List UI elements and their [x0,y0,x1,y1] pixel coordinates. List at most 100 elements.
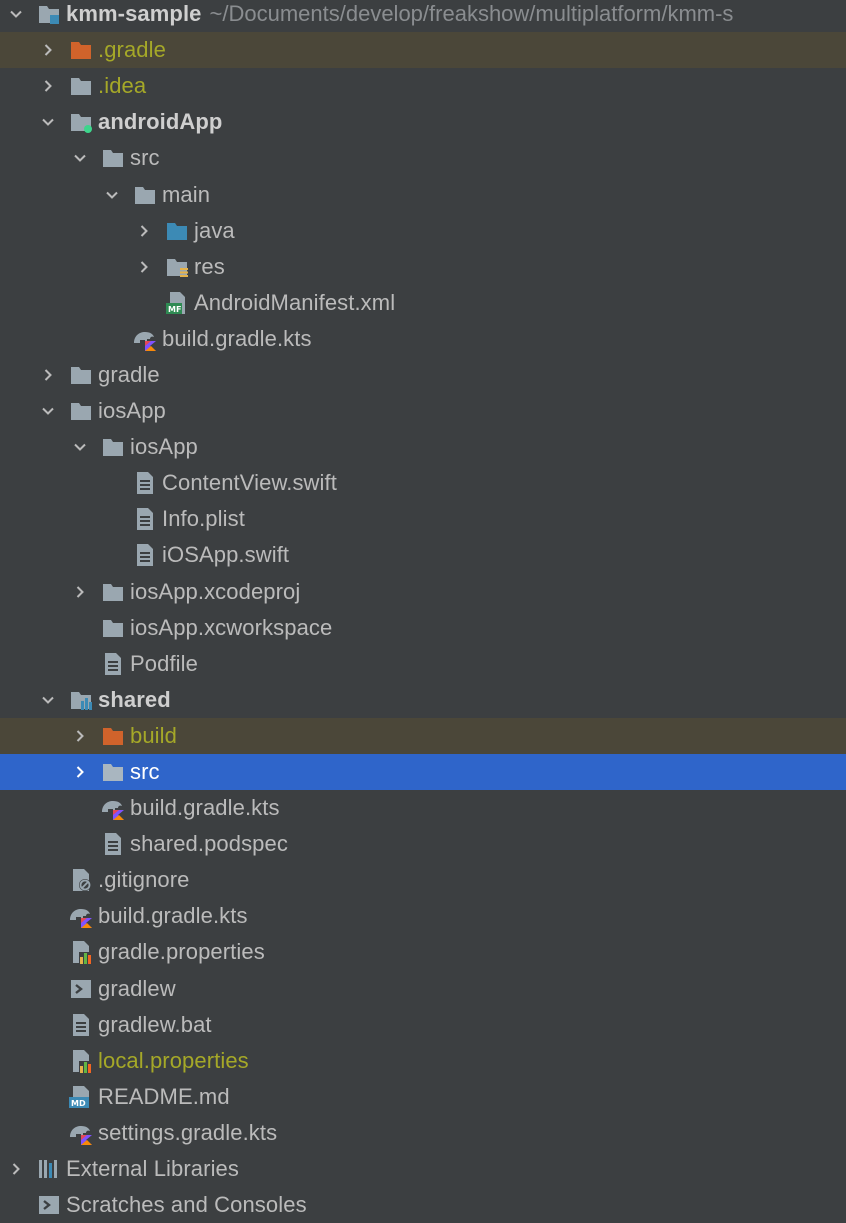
tree-row-root-build-gradle-kts[interactable]: build.gradle.kts [0,898,846,934]
tree-row-gradlew-bat[interactable]: gradlew.bat [0,1007,846,1043]
tree-row-shared-build-gradle-kts[interactable]: build.gradle.kts [0,790,846,826]
tree-row-label: iosApp.xcworkspace [130,614,333,640]
chevron-right-icon[interactable] [68,760,92,784]
tree-row-shared-podspec[interactable]: shared.podspec [0,826,846,862]
chevron-right-icon[interactable] [36,74,60,98]
tree-row-podfile[interactable]: Podfile [0,646,846,682]
tree-row-label: iosApp [130,434,198,460]
tree-row-label: README.md [98,1083,230,1109]
project-tree: kmm-sample ~/Documents/develop/freakshow… [0,0,846,1223]
chevron-right-icon[interactable] [132,255,156,279]
tree-row-gitignore[interactable]: .gitignore [0,862,846,898]
chevron-down-icon[interactable] [100,183,124,207]
tree-row-build-gradle-kts[interactable]: build.gradle.kts [0,321,846,357]
tree-row-androidmanifest[interactable]: MF AndroidManifest.xml [0,285,846,321]
gradle-kotlin-file-icon [132,326,158,352]
tree-row-java[interactable]: java [0,213,846,249]
excluded-folder-icon [100,723,126,749]
tree-row-main[interactable]: main [0,176,846,212]
tree-row-idea[interactable]: .idea [0,68,846,104]
folder-icon [100,759,126,785]
tree-row-label: main [162,181,211,207]
tree-row-label: gradlew.bat [98,1011,212,1037]
project-folder-icon [36,1,62,27]
chevron-right-icon[interactable] [4,1157,28,1181]
tree-row-label: External Libraries [66,1156,239,1182]
tree-row-label: settings.gradle.kts [98,1119,278,1145]
tree-row-label: src [130,145,160,171]
folder-icon [100,579,126,605]
tree-row-label: gradle.properties [98,939,265,965]
chevron-down-icon[interactable] [36,399,60,423]
tree-row-settings-gradle-kts[interactable]: settings.gradle.kts [0,1115,846,1151]
tree-row-res[interactable]: res [0,249,846,285]
tree-row-src[interactable]: src [0,140,846,176]
chevron-right-icon[interactable] [36,38,60,62]
tree-row-local-properties[interactable]: local.properties [0,1043,846,1079]
tree-row-shared[interactable]: shared [0,682,846,718]
tree-row-label: .gradle [98,37,166,63]
chevron-down-icon[interactable] [68,435,92,459]
text-file-icon [100,831,126,857]
tree-row-xcodeproj[interactable]: iosApp.xcodeproj [0,574,846,610]
module-folder-icon [68,109,94,135]
tree-row-label: gradle [98,361,160,387]
folder-icon [100,145,126,171]
tree-row-contentview-swift[interactable]: ContentView.swift [0,465,846,501]
manifest-file-icon: MF [164,290,190,316]
text-file-icon [132,470,158,496]
tree-row-label: ContentView.swift [162,470,337,496]
module-folder-icon [68,687,94,713]
tree-row-label: shared [98,686,171,712]
gradle-kotlin-file-icon [100,795,126,821]
chevron-right-icon[interactable] [68,580,92,604]
tree-row-xcworkspace[interactable]: iosApp.xcworkspace [0,610,846,646]
tree-row-label: iOSApp.swift [162,542,290,568]
folder-icon [68,398,94,424]
folder-icon [132,182,158,208]
shell-script-icon [68,976,94,1002]
gradle-kotlin-file-icon [68,903,94,929]
tree-row-external-libraries[interactable]: External Libraries [0,1151,846,1187]
tree-row-label: Scratches and Consoles [66,1192,307,1218]
tree-row-shared-src[interactable]: src [0,753,846,791]
tree-row-label: .gitignore [98,867,190,893]
folder-icon [68,362,94,388]
text-file-icon [100,651,126,677]
svg-text:MD: MD [71,1099,86,1108]
chevron-down-icon[interactable] [68,146,92,170]
tree-row-label: java [194,217,235,243]
tree-row-readme[interactable]: MD README.md [0,1079,846,1115]
tree-row-iosapp-swift[interactable]: iOSApp.swift [0,537,846,573]
tree-row-label: build.gradle.kts [98,903,248,929]
tree-row-androidapp[interactable]: androidApp [0,104,846,140]
tree-row-scratches[interactable]: Scratches and Consoles [0,1187,846,1223]
svg-text:MF: MF [168,305,181,314]
markdown-file-icon: MD [68,1084,94,1110]
tree-row-label: iosApp [98,398,166,424]
chevron-right-icon[interactable] [132,219,156,243]
tree-row-label: Info.plist [162,506,245,532]
tree-row-gradle-properties[interactable]: gradle.properties [0,934,846,970]
chevron-down-icon[interactable] [36,688,60,712]
chevron-down-icon[interactable] [4,2,28,26]
chevron-down-icon[interactable] [36,110,60,134]
text-file-icon [132,542,158,568]
tree-row-label: res [194,253,225,279]
tree-row-label: AndroidManifest.xml [194,289,396,315]
ignore-file-icon [68,867,94,893]
text-file-icon [132,506,158,532]
tree-row-iosapp-nested[interactable]: iosApp [0,429,846,465]
tree-row-build[interactable]: build [0,717,846,754]
tree-row-gradle-dir[interactable]: .gradle [0,32,846,69]
libraries-icon [36,1156,62,1182]
tree-row-info-plist[interactable]: Info.plist [0,501,846,537]
tree-row-gradlew[interactable]: gradlew [0,971,846,1007]
scratches-icon [36,1192,62,1218]
tree-row-label: build.gradle.kts [130,795,280,821]
tree-row-gradle-folder[interactable]: gradle [0,357,846,393]
chevron-right-icon[interactable] [36,363,60,387]
tree-row-iosapp[interactable]: iosApp [0,393,846,429]
tree-row-kmm-sample[interactable]: kmm-sample ~/Documents/develop/freakshow… [0,0,846,32]
chevron-right-icon[interactable] [68,724,92,748]
